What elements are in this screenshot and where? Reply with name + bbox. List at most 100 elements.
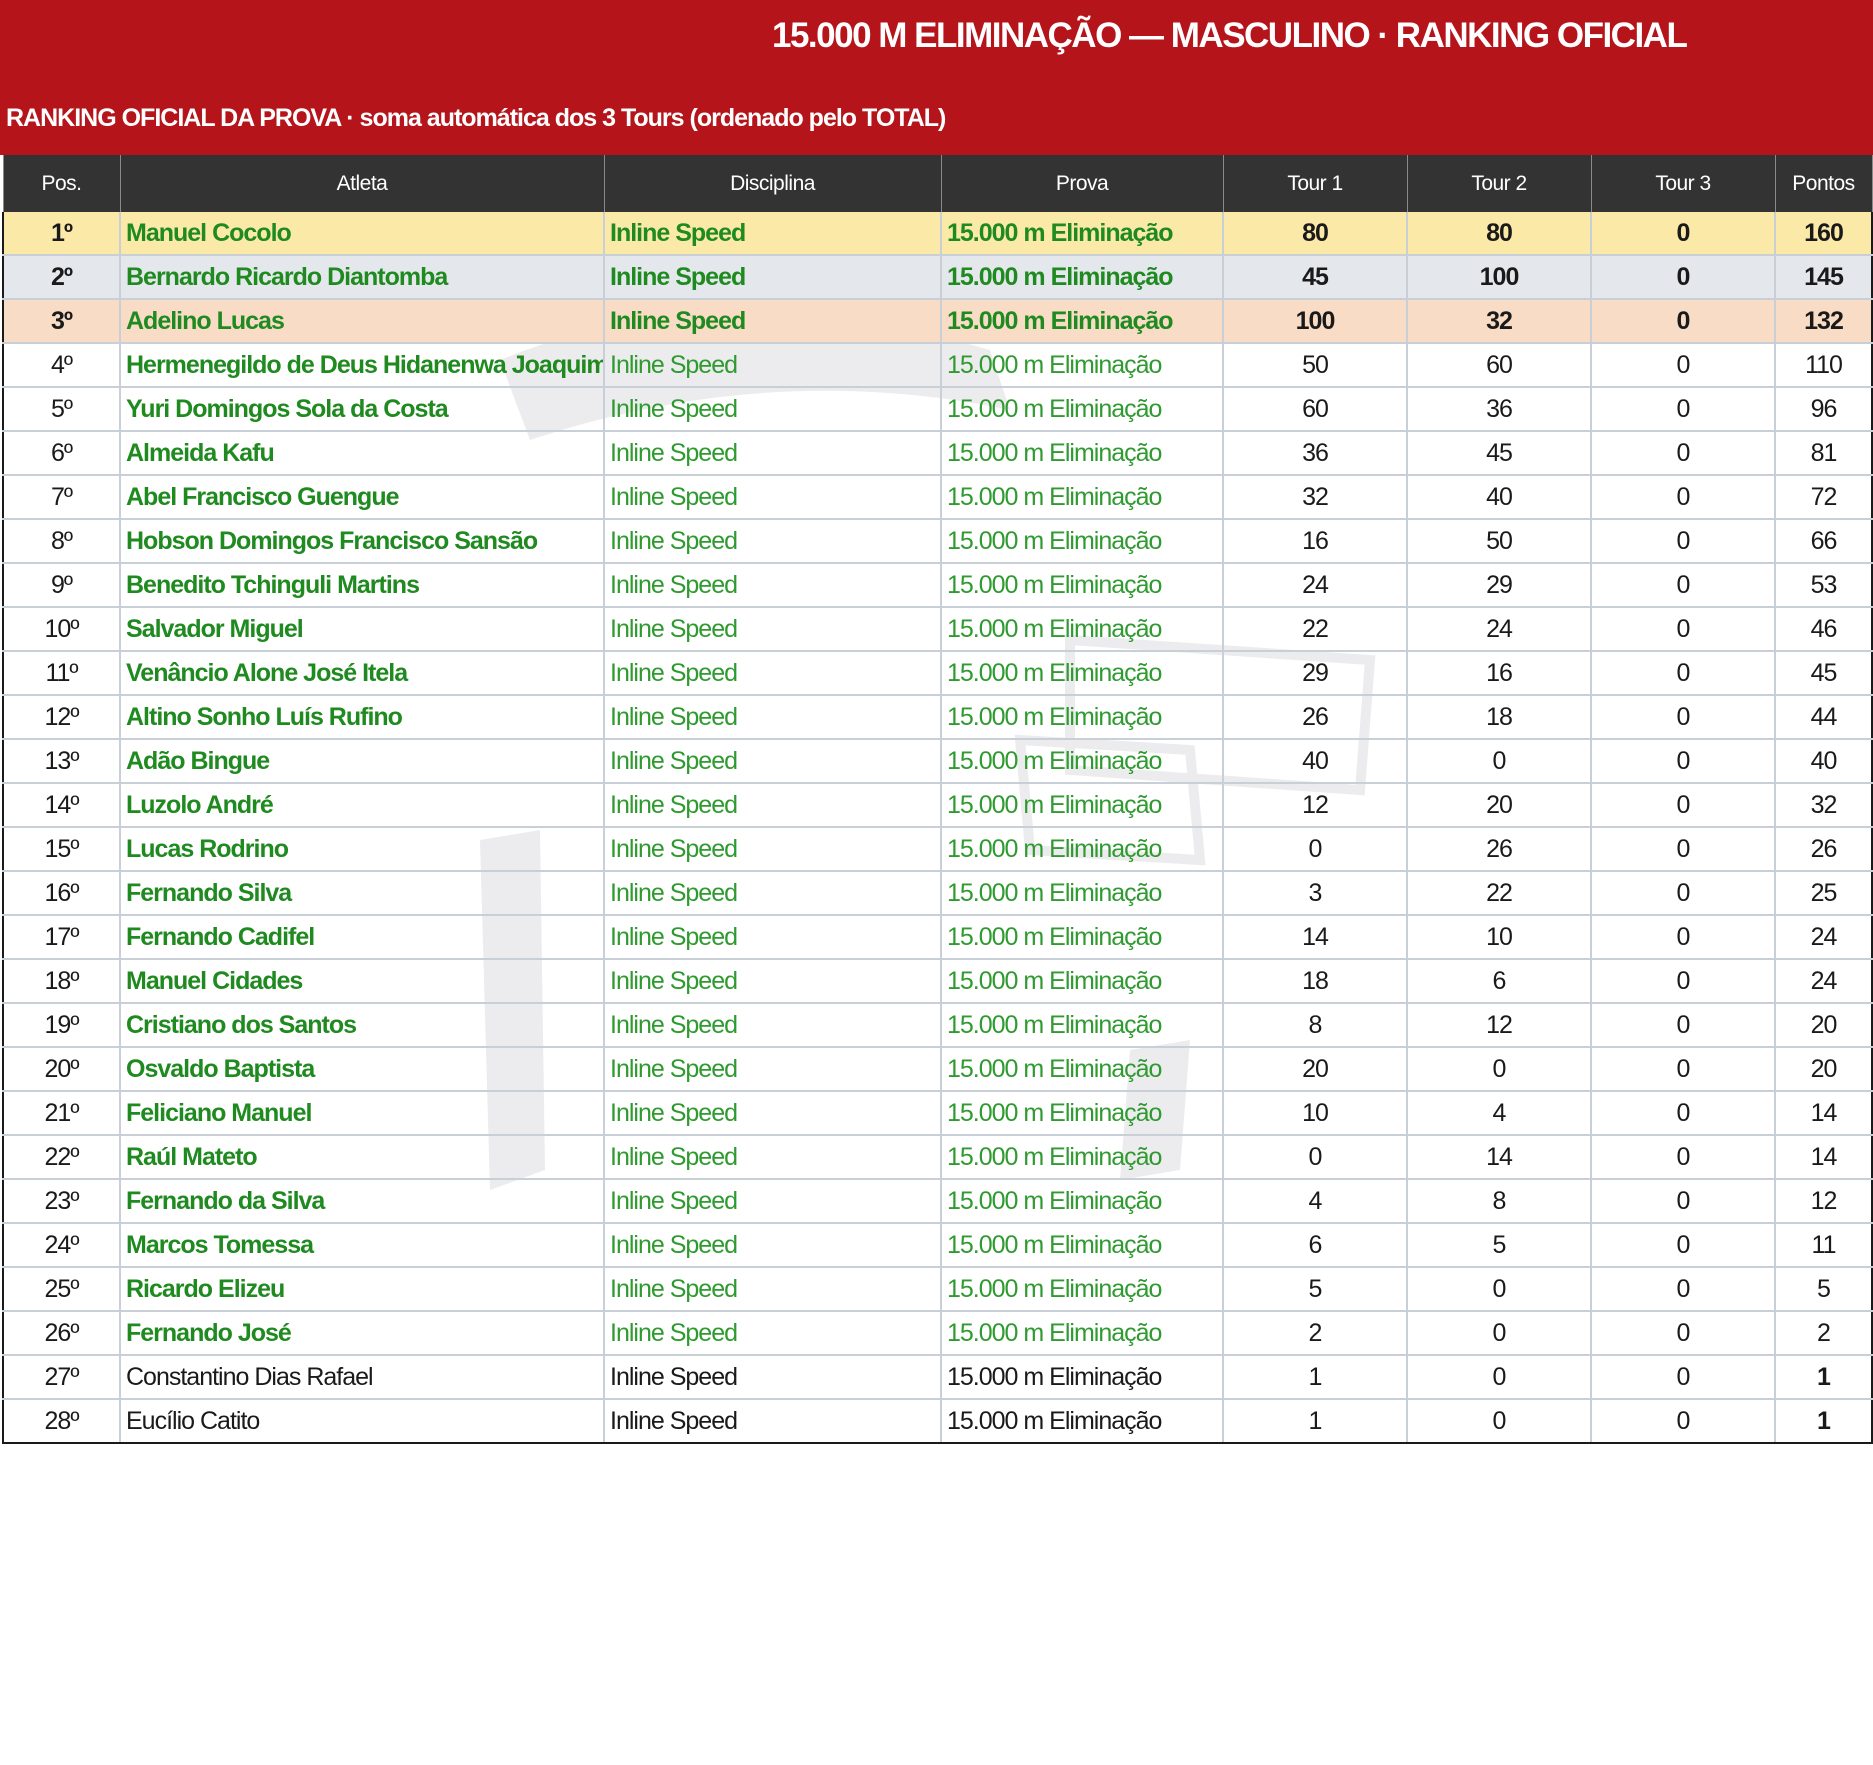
athlete-cell: Abel Francisco Guengue bbox=[120, 475, 605, 520]
discipline-cell: Inline Speed bbox=[604, 1223, 942, 1268]
table-row[interactable]: 16º Fernando Silva Inline Speed 15.000 m El… bbox=[2, 871, 1873, 916]
page-title: 15.000 M ELIMINAÇÃO — MASCULINO · RANKIN… bbox=[772, 16, 1688, 55]
col-header-discipline[interactable]: Disciplina bbox=[603, 155, 942, 212]
col-header-event[interactable]: Prova bbox=[940, 155, 1224, 212]
table-row[interactable]: 5º Yuri Domingos Sola da Costa Inline Spee… bbox=[2, 387, 1873, 432]
table-row[interactable]: 15º Lucas Rodrino Inline Speed 15.000 m Eli… bbox=[2, 827, 1873, 872]
table-row[interactable]: 10º Salvador Miguel Inline Speed 15.000 m E… bbox=[2, 607, 1873, 652]
table-row[interactable]: 22º Raúl Mateto Inline Speed 15.000 m Elimi… bbox=[2, 1135, 1873, 1180]
table-row[interactable]: 17º Fernando Cadifel Inline Speed 15.000 m … bbox=[2, 915, 1873, 960]
points-cell: 20 bbox=[1775, 1047, 1873, 1092]
points-cell: 53 bbox=[1775, 563, 1873, 608]
col-header-tour2[interactable]: Tour 2 bbox=[1406, 155, 1592, 212]
athlete-cell: Raúl Mateto bbox=[120, 1135, 605, 1180]
points-cell: 5 bbox=[1775, 1267, 1873, 1312]
table-row[interactable]: 18º Manuel Cidades Inline Speed 15.000 m El… bbox=[2, 959, 1873, 1004]
tour2-cell: 18 bbox=[1407, 695, 1592, 740]
points-cell: 145 bbox=[1775, 255, 1873, 300]
event-cell: 15.000 m Eliminação bbox=[941, 1355, 1224, 1400]
tour3-cell: 0 bbox=[1591, 387, 1776, 432]
table-row[interactable]: 19º Cristiano dos Santos Inline Speed 15.00… bbox=[2, 1003, 1873, 1048]
tour2-cell: 32 bbox=[1407, 299, 1592, 344]
col-header-tour3[interactable]: Tour 3 bbox=[1590, 155, 1776, 212]
table-row[interactable]: 27º Constantino Dias Rafael Inline Speed 15… bbox=[2, 1355, 1873, 1400]
tour2-cell: 26 bbox=[1407, 827, 1592, 872]
tour1-cell: 100 bbox=[1223, 299, 1408, 344]
tour3-cell: 0 bbox=[1591, 739, 1776, 784]
discipline-cell: Inline Speed bbox=[604, 431, 942, 476]
tour3-cell: 0 bbox=[1591, 343, 1776, 388]
table-row[interactable]: 12º Altino Sonho Luís Rufino Inline Speed 1… bbox=[2, 695, 1873, 740]
col-header-tour1[interactable]: Tour 1 bbox=[1222, 155, 1408, 212]
points-cell: 40 bbox=[1775, 739, 1873, 784]
table-row[interactable]: 23º Fernando da Silva Inline Speed 15.000 m… bbox=[2, 1179, 1873, 1224]
tour3-cell: 0 bbox=[1591, 607, 1776, 652]
position-cell: 12º bbox=[2, 695, 121, 740]
tour3-cell: 0 bbox=[1591, 871, 1776, 916]
position-cell: 13º bbox=[2, 739, 121, 784]
tour1-cell: 1 bbox=[1223, 1355, 1408, 1400]
position-cell: 25º bbox=[2, 1267, 121, 1312]
ranking-table: Pos. Atleta Disciplina Prova Tour 1 Tour… bbox=[2, 155, 1873, 1444]
event-cell: 15.000 m Eliminação bbox=[941, 519, 1224, 564]
tour2-cell: 50 bbox=[1407, 519, 1592, 564]
table-row[interactable]: 28º Eucílio Catito Inline Speed 15.000 m El… bbox=[2, 1399, 1873, 1444]
points-cell: 72 bbox=[1775, 475, 1873, 520]
discipline-cell: Inline Speed bbox=[604, 519, 942, 564]
event-cell: 15.000 m Eliminação bbox=[941, 739, 1224, 784]
tour2-cell: 6 bbox=[1407, 959, 1592, 1004]
table-row[interactable]: 25º Ricardo Elizeu Inline Speed 15.000 m El… bbox=[2, 1267, 1873, 1312]
tour3-cell: 0 bbox=[1591, 255, 1776, 300]
tour3-cell: 0 bbox=[1591, 299, 1776, 344]
position-cell: 10º bbox=[2, 607, 121, 652]
tour1-cell: 12 bbox=[1223, 783, 1408, 828]
tour2-cell: 0 bbox=[1407, 1311, 1592, 1356]
tour1-cell: 2 bbox=[1223, 1311, 1408, 1356]
position-cell: 15º bbox=[2, 827, 121, 872]
tour3-cell: 0 bbox=[1591, 651, 1776, 696]
tour2-cell: 5 bbox=[1407, 1223, 1592, 1268]
table-row[interactable]: 21º Feliciano Manuel Inline Speed 15.000 m … bbox=[2, 1091, 1873, 1136]
event-cell: 15.000 m Eliminação bbox=[941, 1267, 1224, 1312]
table-row[interactable]: 13º Adão Bingue Inline Speed 15.000 m Elimi… bbox=[2, 739, 1873, 784]
col-header-athlete[interactable]: Atleta bbox=[119, 155, 605, 212]
table-row[interactable]: 26º Fernando José Inline Speed 15.000 m Eli… bbox=[2, 1311, 1873, 1356]
points-cell: 110 bbox=[1775, 343, 1873, 388]
table-row[interactable]: 1º Manuel Cocolo Inline Speed 15.000 m Elim… bbox=[2, 212, 1873, 256]
table-row[interactable]: 9º Benedito Tchinguli Martins Inline Speed… bbox=[2, 563, 1873, 608]
tour1-cell: 0 bbox=[1223, 827, 1408, 872]
athlete-cell: Hermenegildo de Deus Hidanenwa Joaquim bbox=[120, 343, 605, 388]
position-cell: 23º bbox=[2, 1179, 121, 1224]
table-row[interactable]: 11º Venâncio Alone José Itela Inline Speed… bbox=[2, 651, 1873, 696]
tour2-cell: 0 bbox=[1407, 1267, 1592, 1312]
col-header-points[interactable]: Pontos bbox=[1774, 155, 1873, 212]
tour3-cell: 0 bbox=[1591, 563, 1776, 608]
tour2-cell: 22 bbox=[1407, 871, 1592, 916]
points-cell: 44 bbox=[1775, 695, 1873, 740]
points-cell: 46 bbox=[1775, 607, 1873, 652]
athlete-cell: Eucílio Catito bbox=[120, 1399, 605, 1444]
table-row[interactable]: 6º Almeida Kafu Inline Speed 15.000 m Elimi… bbox=[2, 431, 1873, 476]
table-row[interactable]: 4º Hermenegildo de Deus Hidanenwa Joaquim… bbox=[2, 343, 1873, 388]
position-cell: 18º bbox=[2, 959, 121, 1004]
tour3-cell: 0 bbox=[1591, 212, 1776, 256]
tour1-cell: 6 bbox=[1223, 1223, 1408, 1268]
tour1-cell: 16 bbox=[1223, 519, 1408, 564]
tour1-cell: 80 bbox=[1223, 212, 1408, 256]
col-header-pos[interactable]: Pos. bbox=[2, 155, 121, 212]
points-cell: 96 bbox=[1775, 387, 1873, 432]
tour1-cell: 26 bbox=[1223, 695, 1408, 740]
table-row[interactable]: 3º Adelino Lucas Inline Speed 15.000 m Elim… bbox=[2, 299, 1873, 344]
table-row[interactable]: 7º Abel Francisco Guengue Inline Speed 15.0… bbox=[2, 475, 1873, 520]
athlete-cell: Manuel Cocolo bbox=[120, 212, 605, 256]
athlete-cell: Feliciano Manuel bbox=[120, 1091, 605, 1136]
tour1-cell: 3 bbox=[1223, 871, 1408, 916]
points-cell: 24 bbox=[1775, 915, 1873, 960]
table-row[interactable]: 20º Osvaldo Baptista Inline Speed 15.000 m … bbox=[2, 1047, 1873, 1092]
table-row[interactable]: 8º Hobson Domingos Francisco Sansão Inline… bbox=[2, 519, 1873, 564]
table-row[interactable]: 2º Bernardo Ricardo Diantomba Inline Speed… bbox=[2, 255, 1873, 300]
position-cell: 20º bbox=[2, 1047, 121, 1092]
points-cell: 11 bbox=[1775, 1223, 1873, 1268]
table-row[interactable]: 14º Luzolo André Inline Speed 15.000 m Elim… bbox=[2, 783, 1873, 828]
table-row[interactable]: 24º Marcos Tomessa Inline Speed 15.000 m El… bbox=[2, 1223, 1873, 1268]
